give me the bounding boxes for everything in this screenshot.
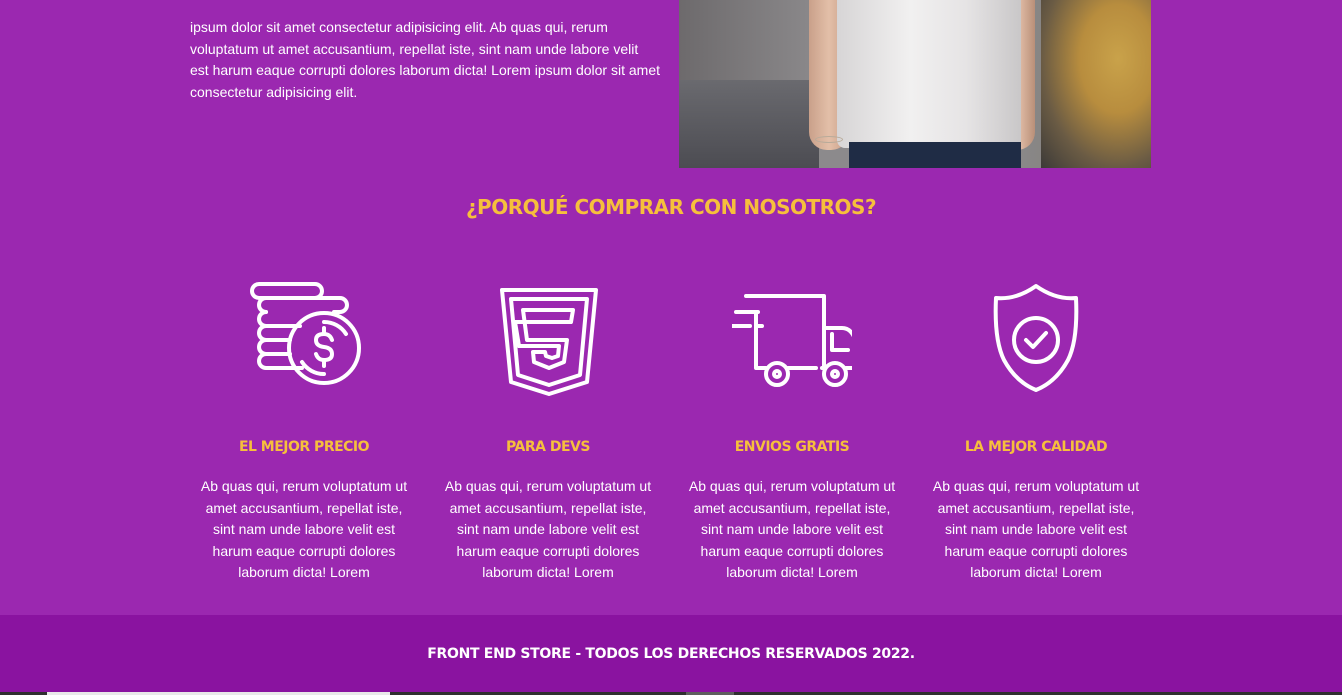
coins-dollar-icon bbox=[244, 270, 364, 406]
feature-text: Ab quas qui, rerum voluptatum ut amet ac… bbox=[200, 478, 408, 581]
feature-title: El mejor precio bbox=[238, 439, 370, 455]
shield-check-icon bbox=[976, 270, 1096, 406]
site-footer: Front End Store - Todos los derechos res… bbox=[0, 615, 1342, 695]
why-buy-heading: ¿Porqué comprar con nosotros? bbox=[465, 195, 877, 219]
delivery-truck-icon bbox=[732, 270, 852, 406]
model-photo bbox=[679, 0, 1151, 168]
feature-text: Ab quas qui, rerum voluptatum ut amet ac… bbox=[932, 478, 1140, 581]
feature-title: Envios gratis bbox=[734, 439, 850, 455]
feature-title: La mejor calidad bbox=[964, 439, 1108, 455]
footer-copyright: Front End Store - Todos los derechos res… bbox=[427, 646, 915, 662]
about-text: ipsum dolor sit amet consectetur adipisi… bbox=[190, 19, 660, 101]
feature-title: Para devs bbox=[506, 439, 590, 455]
features-section: El mejor precio Ab quas qui, rerum volup… bbox=[182, 270, 1158, 590]
feature-text: Ab quas qui, rerum voluptatum ut amet ac… bbox=[688, 478, 896, 581]
about-section: ipsum dolor sit amet consectetur adipisi… bbox=[0, 0, 1342, 168]
feature-text: Ab quas qui, rerum voluptatum ut amet ac… bbox=[444, 478, 652, 581]
html5-icon bbox=[488, 270, 608, 406]
